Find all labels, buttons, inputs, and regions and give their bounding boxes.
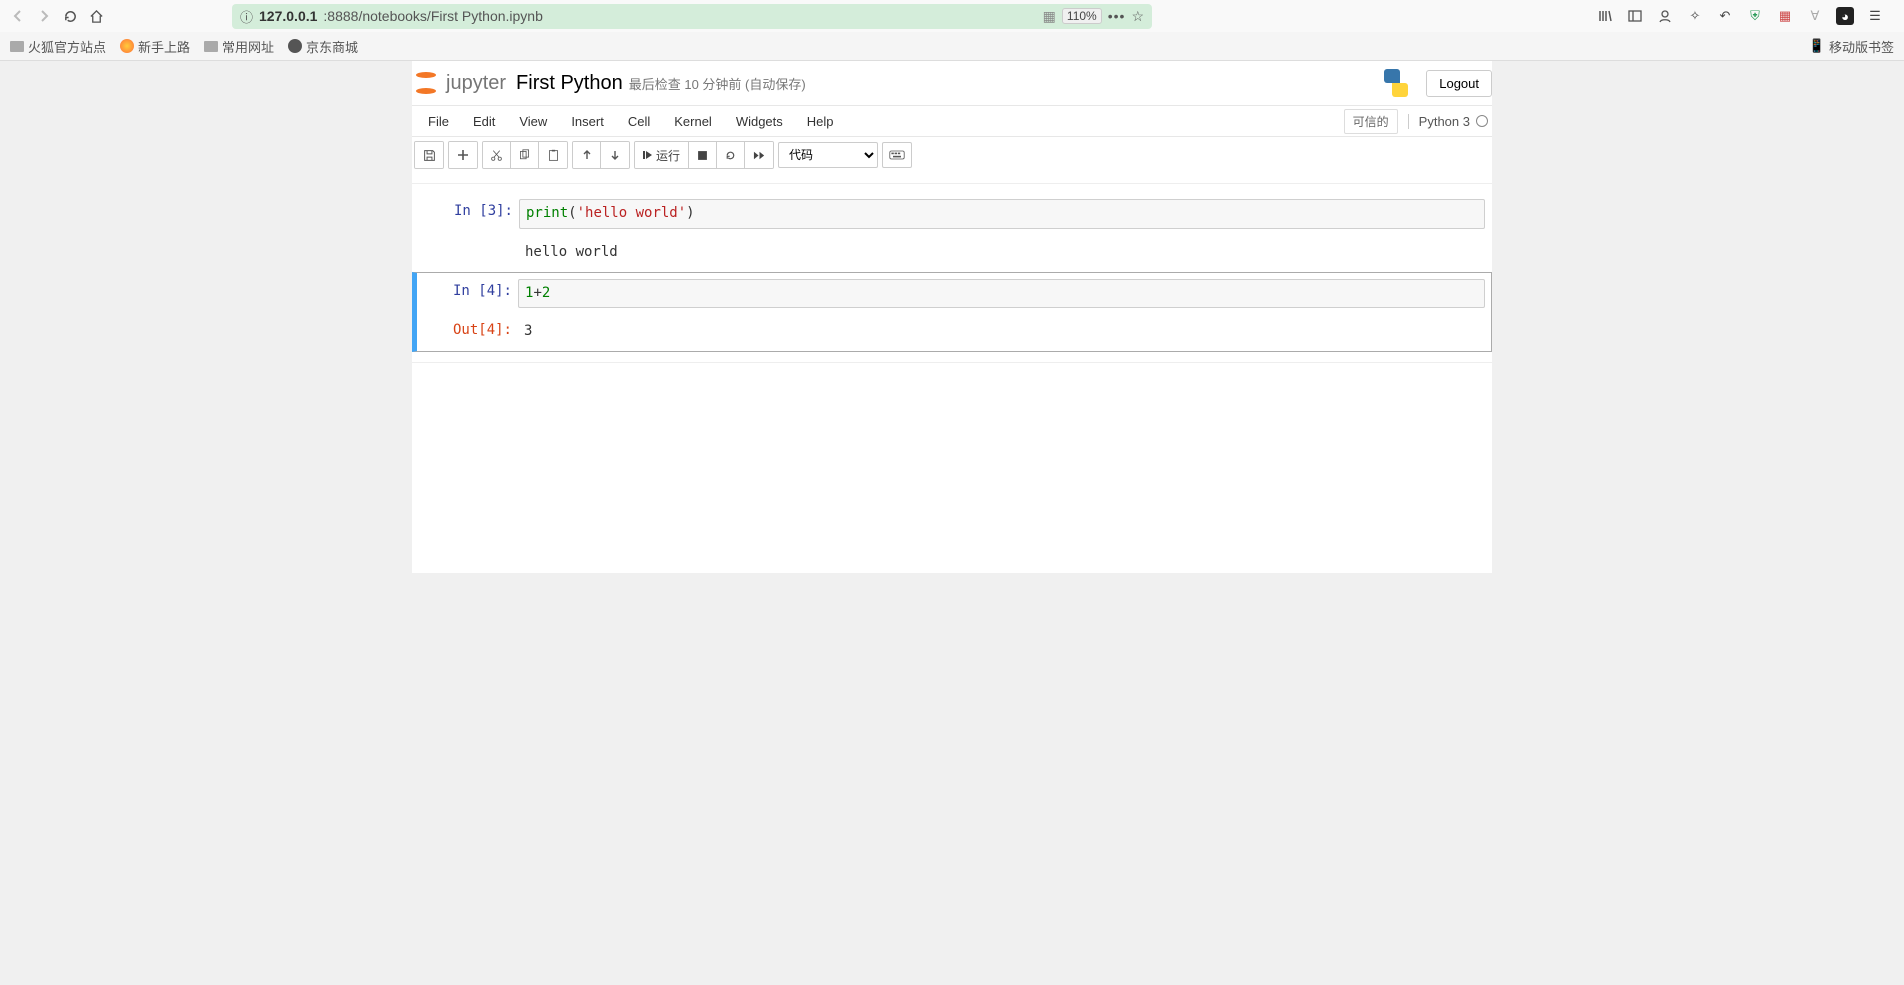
- checkpoint-status: 最后检查 10 分钟前 (自动保存): [629, 74, 806, 93]
- library-icon[interactable]: [1596, 7, 1614, 25]
- execute-result: 3: [518, 318, 1485, 344]
- url-path: :8888/notebooks/First Python.ipynb: [323, 8, 542, 24]
- overflow-menu-icon[interactable]: ☰: [1866, 7, 1884, 25]
- input-prompt: In [3]:: [419, 199, 519, 229]
- restart-button[interactable]: [717, 142, 745, 168]
- run-button[interactable]: 运行: [635, 142, 689, 168]
- browser-navbar: ⓘ 127.0.0.1 :8888/notebooks/First Python.…: [0, 0, 1904, 32]
- ext-dark-icon[interactable]: ◕: [1836, 7, 1854, 25]
- copy-button[interactable]: [511, 142, 539, 168]
- jupyter-logo-mark: [412, 69, 440, 97]
- ext-grid-icon[interactable]: ▦: [1776, 7, 1794, 25]
- menu-cell[interactable]: Cell: [616, 108, 662, 135]
- info-icon: ⓘ: [240, 7, 253, 26]
- menu-help[interactable]: Help: [795, 108, 846, 135]
- command-palette-button[interactable]: [882, 142, 912, 168]
- mobile-bookmarks[interactable]: 📱移动版书签: [1809, 37, 1894, 56]
- ext-undo-icon[interactable]: ↶: [1716, 7, 1734, 25]
- menu-widgets[interactable]: Widgets: [724, 108, 795, 135]
- jupyter-container: jupyter First Python 最后检查 10 分钟前 (自动保存) …: [412, 61, 1492, 573]
- jd-icon: [288, 39, 302, 53]
- menu-kernel[interactable]: Kernel: [662, 108, 724, 135]
- bookmark-item-1[interactable]: 新手上路: [120, 37, 190, 56]
- zoom-level[interactable]: 110%: [1062, 8, 1102, 24]
- ext-puzzle-icon[interactable]: ✧: [1686, 7, 1704, 25]
- insert-cell-button[interactable]: [449, 142, 477, 168]
- folder-icon: [204, 41, 218, 52]
- python-kernel-logo: [1382, 69, 1410, 97]
- move-down-button[interactable]: [601, 142, 629, 168]
- code-input[interactable]: 1+2: [518, 279, 1485, 309]
- save-button[interactable]: [415, 142, 443, 168]
- trusted-indicator[interactable]: 可信的: [1344, 109, 1398, 134]
- folder-icon: [10, 41, 24, 52]
- menu-file[interactable]: File: [416, 108, 461, 135]
- forward-button[interactable]: [34, 6, 54, 26]
- menu-insert[interactable]: Insert: [559, 108, 616, 135]
- jupyter-menubar: File Edit View Insert Cell Kernel Widget…: [412, 105, 1492, 137]
- menu-edit[interactable]: Edit: [461, 108, 507, 135]
- paste-button[interactable]: [539, 142, 567, 168]
- jupyter-logo[interactable]: jupyter: [412, 69, 506, 97]
- back-button[interactable]: [8, 6, 28, 26]
- cell-type-select[interactable]: 代码: [778, 142, 878, 168]
- url-host: 127.0.0.1: [259, 8, 317, 24]
- output-prompt-empty: [419, 239, 519, 265]
- account-icon[interactable]: [1656, 7, 1674, 25]
- code-cell-selected[interactable]: In [4]: 1+2 Out[4]: 3: [412, 272, 1492, 352]
- bookmark-item-0[interactable]: 火狐官方站点: [10, 37, 106, 56]
- move-up-button[interactable]: [573, 142, 601, 168]
- jupyter-logo-text: jupyter: [446, 72, 506, 95]
- menu-view[interactable]: View: [507, 108, 559, 135]
- reload-button[interactable]: [60, 6, 80, 26]
- interrupt-button[interactable]: [689, 142, 717, 168]
- kernel-idle-icon: [1476, 115, 1488, 127]
- reader-icon[interactable]: ▦: [1043, 8, 1056, 25]
- ext-shield-icon[interactable]: ⛨: [1746, 7, 1764, 25]
- kernel-name[interactable]: Python 3: [1408, 114, 1488, 129]
- home-button[interactable]: [86, 6, 106, 26]
- notebook-area: In [3]: print('hello world') hello world…: [412, 173, 1492, 573]
- output-prompt: Out[4]:: [418, 318, 518, 344]
- page-actions-icon[interactable]: •••: [1108, 8, 1126, 24]
- code-input[interactable]: print('hello world'): [519, 199, 1485, 229]
- browser-chrome: ⓘ 127.0.0.1 :8888/notebooks/First Python.…: [0, 0, 1904, 61]
- bookmarks-bar: 火狐官方站点 新手上路 常用网址 京东商城 📱移动版书签: [0, 32, 1904, 60]
- bookmark-item-3[interactable]: 京东商城: [288, 37, 358, 56]
- restart-run-all-button[interactable]: [745, 142, 773, 168]
- jupyter-toolbar: 运行 代码: [412, 137, 1492, 173]
- phone-icon: 📱: [1809, 38, 1825, 54]
- bookmark-star-icon[interactable]: ☆: [1131, 8, 1144, 25]
- firefox-icon: [120, 39, 134, 53]
- cut-button[interactable]: [483, 142, 511, 168]
- extension-icons: ✧ ↶ ⛨ ▦ ∀ ◕ ☰: [1596, 7, 1896, 25]
- stdout-output: hello world: [519, 239, 1485, 265]
- logout-button[interactable]: Logout: [1426, 70, 1492, 97]
- bookmark-item-2[interactable]: 常用网址: [204, 37, 274, 56]
- ext-v-icon[interactable]: ∀: [1806, 7, 1824, 25]
- code-cell[interactable]: In [3]: print('hello world') hello world: [412, 192, 1492, 272]
- input-prompt: In [4]:: [418, 279, 518, 309]
- sidebar-icon[interactable]: [1626, 7, 1644, 25]
- url-bar[interactable]: ⓘ 127.0.0.1 :8888/notebooks/First Python.…: [232, 4, 1152, 29]
- notebook-title[interactable]: First Python: [516, 72, 623, 95]
- jupyter-header: jupyter First Python 最后检查 10 分钟前 (自动保存) …: [412, 61, 1492, 105]
